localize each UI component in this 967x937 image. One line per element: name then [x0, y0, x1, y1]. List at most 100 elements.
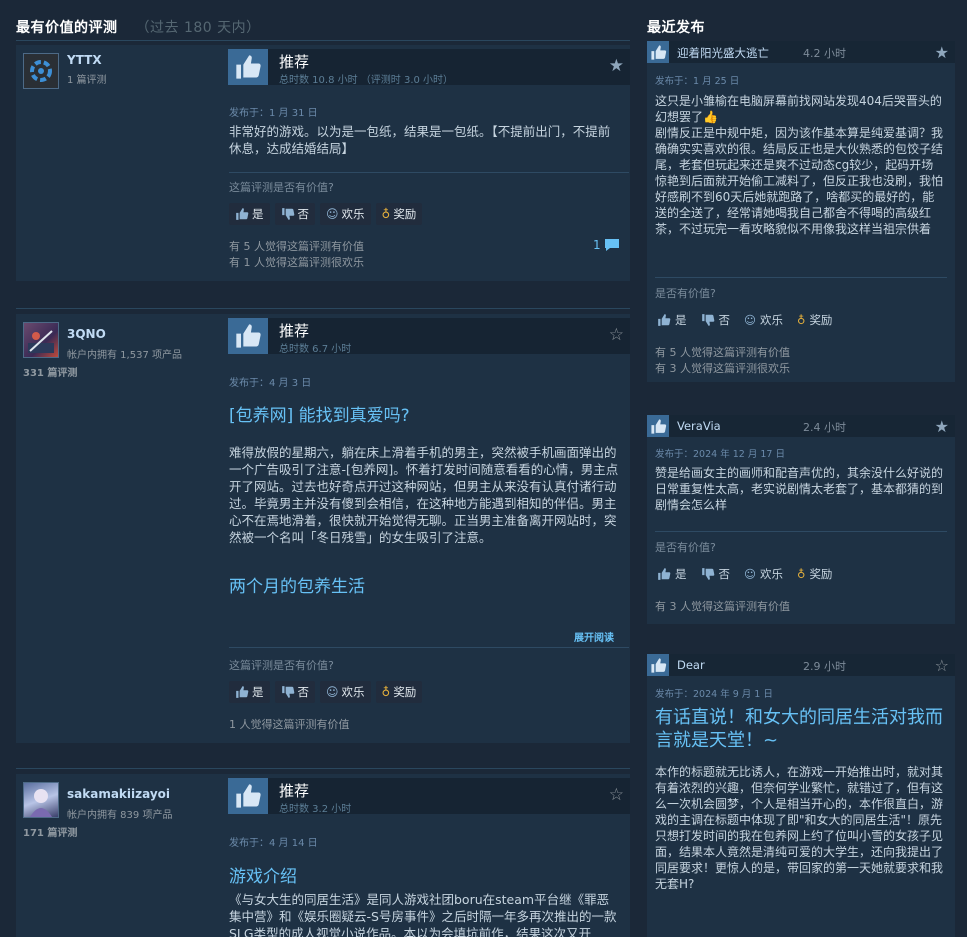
vote-header: 推荐 总时数 3.2 小时 ☆ — [228, 778, 630, 815]
award-button[interactable]: ♁ 奖励 — [375, 203, 423, 225]
vote-no-label: 否 — [297, 685, 310, 699]
vote-funny-button[interactable]: ☺ 欢乐 — [744, 566, 783, 582]
vote-funny-label: 欢乐 — [341, 685, 365, 699]
award-button[interactable]: ♁ 奖励 — [797, 566, 832, 582]
vote-yes-button[interactable]: 是 — [657, 566, 687, 582]
vote-no-button[interactable]: 否 — [274, 203, 315, 225]
award-button[interactable]: ♁ 奖励 — [375, 681, 423, 703]
review-separator — [16, 308, 630, 309]
award-icon: ♁ — [797, 313, 806, 327]
review-heading: [包养网] 能找到真爱吗? — [229, 406, 410, 426]
star-icon[interactable]: ☆ — [609, 327, 624, 344]
review-text: 非常好的游戏。以为是一包纸，结果是一包纸。【不提前出门，不提前休息，达成结婚结局… — [229, 124, 611, 156]
hours-played: 总时数 3.2 小时 — [279, 804, 352, 815]
award-icon: ♁ — [381, 685, 391, 699]
expand-button[interactable]: 展开阅读 — [574, 629, 614, 644]
verdict-title[interactable]: 推荐 — [279, 51, 309, 72]
recent-review-header: VeraVia 2.4 小时 ★ — [647, 415, 955, 437]
avatar[interactable] — [23, 322, 59, 358]
helpful-question: 是否有价值? — [655, 287, 716, 300]
recent-review-card: 迎着阳光盛大逃亡 4.2 小时 ★ 发布于：1 月 25 日 这只是小雏榆在电脑… — [647, 41, 955, 382]
author-review-count[interactable]: 1 篇评测 — [67, 71, 107, 86]
star-icon[interactable]: ★ — [609, 58, 624, 75]
vote-buttons: 是 否 ☺ 欢乐 ♁ 奖励 — [229, 203, 423, 225]
vote-header: 推荐 总时数 10.8 小时 （评测时 3.0 小时） ★ — [228, 49, 630, 86]
helpful-question: 这篇评测是否有价值? — [229, 181, 334, 194]
star-icon[interactable]: ★ — [935, 417, 949, 436]
smiley-icon: ☺ — [744, 313, 756, 327]
avatar[interactable] — [23, 53, 59, 89]
vote-no-label: 否 — [297, 207, 310, 221]
helpful-count: 1 人觉得这篇评测有价值 — [229, 718, 350, 731]
thumbs-down-icon — [281, 207, 295, 221]
vote-funny-button[interactable]: ☺ 欢乐 — [744, 312, 783, 328]
thumbs-up-icon — [235, 685, 249, 699]
review-text: 赞是给画女主的画师和配音声优的，其余没什么好说的日常重复性太高，老实说剧情太老套… — [655, 466, 944, 512]
star-icon[interactable]: ☆ — [935, 656, 949, 675]
thumbs-up-icon — [647, 415, 669, 437]
smiley-icon: ☺ — [326, 207, 339, 221]
review-card: YTTX 1 篇评测 推荐 总时数 10.8 小时 （评测时 3.0 小时） ★… — [16, 45, 630, 281]
review-text: 本作的标题就无比诱人，在游戏一开始推出时，就对其有着浓烈的兴趣，但奈何学业繁忙，… — [655, 765, 944, 891]
thumbs-down-icon — [701, 313, 715, 327]
recent-review-header: Dear 2.9 小时 ☆ — [647, 654, 955, 676]
vote-funny-label: 欢乐 — [341, 207, 365, 221]
thumbs-down-icon — [701, 567, 715, 581]
comment-count[interactable]: 1 — [593, 238, 620, 252]
hours-played: 总时数 10.8 小时 （评测时 3.0 小时） — [279, 75, 454, 86]
avatar[interactable] — [23, 782, 59, 818]
award-button[interactable]: ♁ 奖励 — [797, 312, 832, 328]
helpful-question: 是否有价值? — [655, 541, 716, 554]
verdict-title[interactable]: 推荐 — [279, 320, 309, 341]
vote-no-button[interactable]: 否 — [701, 566, 730, 582]
vote-yes-button[interactable]: 是 — [229, 203, 270, 225]
posted-date: 发布于：2024 年 9 月 1 日 — [655, 689, 773, 700]
author-product-count[interactable]: 帐户内拥有 1,537 项产品 — [67, 346, 182, 361]
comment-count-value: 1 — [593, 238, 601, 252]
text-fade — [647, 897, 955, 937]
vote-yes-button[interactable]: 是 — [657, 312, 687, 328]
author-name[interactable]: YTTX — [67, 53, 102, 67]
vote-yes-label: 是 — [252, 685, 264, 699]
author-name[interactable]: VeraVia — [677, 419, 721, 433]
vote-yes-label: 是 — [252, 207, 264, 221]
verdict-title[interactable]: 推荐 — [279, 780, 309, 801]
vote-no-button[interactable]: 否 — [274, 681, 315, 703]
divider — [655, 277, 947, 278]
author-name[interactable]: 3QNO — [67, 327, 106, 341]
posted-date: 发布于：4 月 3 日 — [229, 378, 312, 389]
star-icon[interactable]: ★ — [935, 43, 949, 62]
vote-funny-label: 欢乐 — [760, 567, 783, 581]
divider — [229, 172, 629, 173]
vote-no-button[interactable]: 否 — [701, 312, 730, 328]
vote-yes-label: 是 — [675, 313, 687, 327]
star-icon[interactable]: ☆ — [609, 787, 624, 804]
author-name[interactable]: Dear — [677, 658, 705, 672]
posted-date: 发布于：2024 年 12 月 17 日 — [655, 449, 785, 460]
helpful-count: 有 5 人觉得这篇评测有价值 — [655, 346, 790, 359]
thumbs-up-icon — [647, 654, 669, 676]
author-name[interactable]: 迎着阳光盛大逃亡 — [677, 45, 769, 61]
author-review-count[interactable]: 171 篇评测 — [23, 824, 77, 839]
vote-funny-button[interactable]: ☺ 欢乐 — [320, 203, 371, 225]
review-text: 难得放假的星期六，躺在床上滑着手机的男主，突然被手机画面弹出的一个广告吸引了注意… — [229, 445, 619, 545]
posted-date: 发布于：1 月 31 日 — [229, 108, 318, 119]
thumbs-up-icon — [657, 567, 671, 581]
award-label: 奖励 — [809, 567, 833, 581]
vote-funny-label: 欢乐 — [760, 313, 783, 327]
review-card: sakamakiizayoi 帐户内拥有 839 项产品 171 篇评测 推荐 … — [16, 774, 630, 937]
vote-buttons: 是 否 ☺ 欢乐 ♁ 奖励 — [229, 681, 423, 703]
helpful-period: （过去 180 天内） — [135, 20, 261, 36]
author-product-count[interactable]: 帐户内拥有 839 项产品 — [67, 806, 172, 821]
award-icon: ♁ — [797, 567, 806, 581]
vote-funny-button[interactable]: ☺ 欢乐 — [320, 681, 371, 703]
author-review-count[interactable]: 331 篇评测 — [23, 364, 77, 379]
vote-yes-label: 是 — [675, 567, 687, 581]
thumbs-up-icon — [647, 41, 669, 63]
divider — [229, 647, 629, 648]
helpful-title-text: 最有价值的评测 — [16, 20, 118, 36]
author-name[interactable]: sakamakiizayoi — [67, 787, 170, 801]
hours-played: 4.2 小时 — [803, 47, 846, 60]
award-label: 奖励 — [393, 207, 417, 221]
vote-yes-button[interactable]: 是 — [229, 681, 270, 703]
